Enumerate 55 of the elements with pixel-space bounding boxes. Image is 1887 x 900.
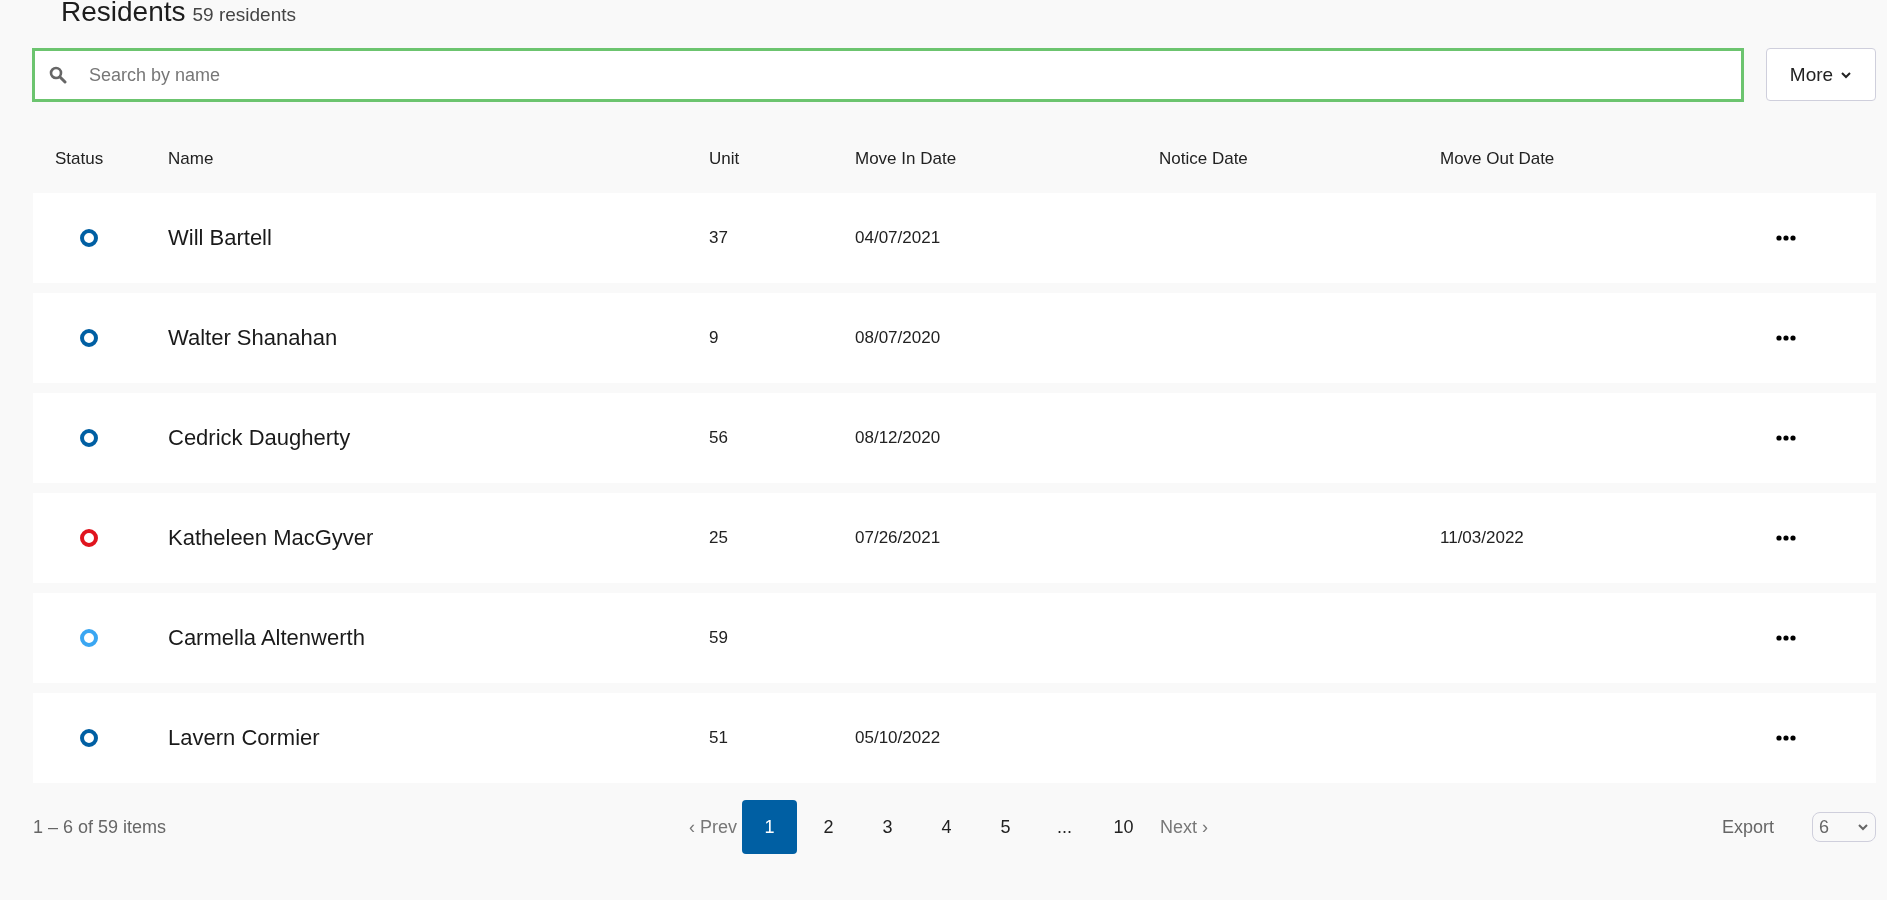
resident-name: Katheleen MacGyver bbox=[168, 525, 375, 551]
page-button[interactable]: 4 bbox=[919, 800, 974, 854]
resident-name: Lavern Cormier bbox=[168, 725, 321, 751]
more-dots-icon bbox=[1776, 535, 1796, 541]
column-header: Move Out Date bbox=[1440, 149, 1556, 169]
resident-row[interactable]: Katheleen MacGyver 25 07/26/2021 11/03/2022 bbox=[33, 493, 1876, 583]
date-cell-text: 04/07/2021 bbox=[855, 228, 942, 248]
page-size-select[interactable]: 6 bbox=[1812, 812, 1876, 842]
search-icon bbox=[49, 66, 67, 84]
date-cell-text: 07/26/2021 bbox=[855, 528, 942, 548]
resident-row[interactable]: Will Bartell 37 04/07/2021 bbox=[33, 193, 1876, 283]
column-header: Notice Date bbox=[1159, 149, 1249, 169]
more-dots-icon bbox=[1776, 335, 1796, 341]
unit-cell-text: 37 bbox=[709, 228, 729, 248]
date-cell-text: 05/10/2022 bbox=[855, 728, 942, 748]
unit-cell-text: 59 bbox=[709, 628, 729, 648]
column-header: Name bbox=[168, 149, 215, 169]
resident-count: 59 residents bbox=[192, 4, 297, 26]
date-cell-text: 11/03/2022 bbox=[1440, 528, 1525, 548]
column-header: Status bbox=[55, 149, 105, 169]
resident-name: Carmella Altenwerth bbox=[168, 625, 366, 651]
resident-name: Will Bartell bbox=[168, 225, 273, 251]
page-button[interactable]: 10 bbox=[1096, 800, 1151, 854]
page-button[interactable]: 1 bbox=[742, 800, 797, 854]
column-header: Unit bbox=[709, 149, 741, 169]
page-button[interactable]: 5 bbox=[978, 800, 1033, 854]
resident-row[interactable]: Carmella Altenwerth 59 bbox=[33, 593, 1876, 683]
unit-cell-text: 51 bbox=[709, 728, 729, 748]
column-header: Move In Date bbox=[855, 149, 958, 169]
resident-row[interactable]: Walter Shanahan 9 08/07/2020 bbox=[33, 293, 1876, 383]
more-dots-icon bbox=[1776, 235, 1796, 241]
page-button[interactable]: 3 bbox=[860, 800, 915, 854]
resident-name: Cedrick Daugherty bbox=[168, 425, 352, 451]
unit-cell-text: 9 bbox=[709, 328, 720, 348]
resident-row[interactable]: Lavern Cormier 51 05/10/2022 bbox=[33, 693, 1876, 783]
export-link[interactable]: Export bbox=[1721, 816, 1774, 838]
chevron-down-icon bbox=[1840, 70, 1853, 79]
page-button[interactable]: 2 bbox=[801, 800, 856, 854]
chevron-down-icon bbox=[1857, 823, 1869, 831]
unit-cell-text: 56 bbox=[709, 428, 729, 448]
page-button[interactable]: ... bbox=[1037, 800, 1092, 854]
date-cell-text: 08/12/2020 bbox=[855, 428, 942, 448]
more-dots-icon bbox=[1776, 735, 1796, 741]
more-button[interactable]: More bbox=[1766, 48, 1876, 101]
date-cell-text: 08/07/2020 bbox=[855, 328, 942, 348]
next-button[interactable]: Next › bbox=[1155, 816, 1214, 838]
resident-row[interactable]: Cedrick Daugherty 56 08/12/2020 bbox=[33, 393, 1876, 483]
search-field[interactable]: Search by name bbox=[32, 48, 1744, 102]
items-summary: 1 – 6 of 59 items bbox=[33, 816, 168, 838]
more-dots-icon bbox=[1776, 435, 1796, 441]
prev-button[interactable]: ‹ Prev bbox=[684, 816, 742, 838]
resident-name: Walter Shanahan bbox=[168, 325, 339, 351]
page-title: Residents bbox=[61, 0, 186, 28]
more-dots-icon bbox=[1776, 635, 1796, 641]
unit-cell-text: 25 bbox=[709, 528, 729, 548]
